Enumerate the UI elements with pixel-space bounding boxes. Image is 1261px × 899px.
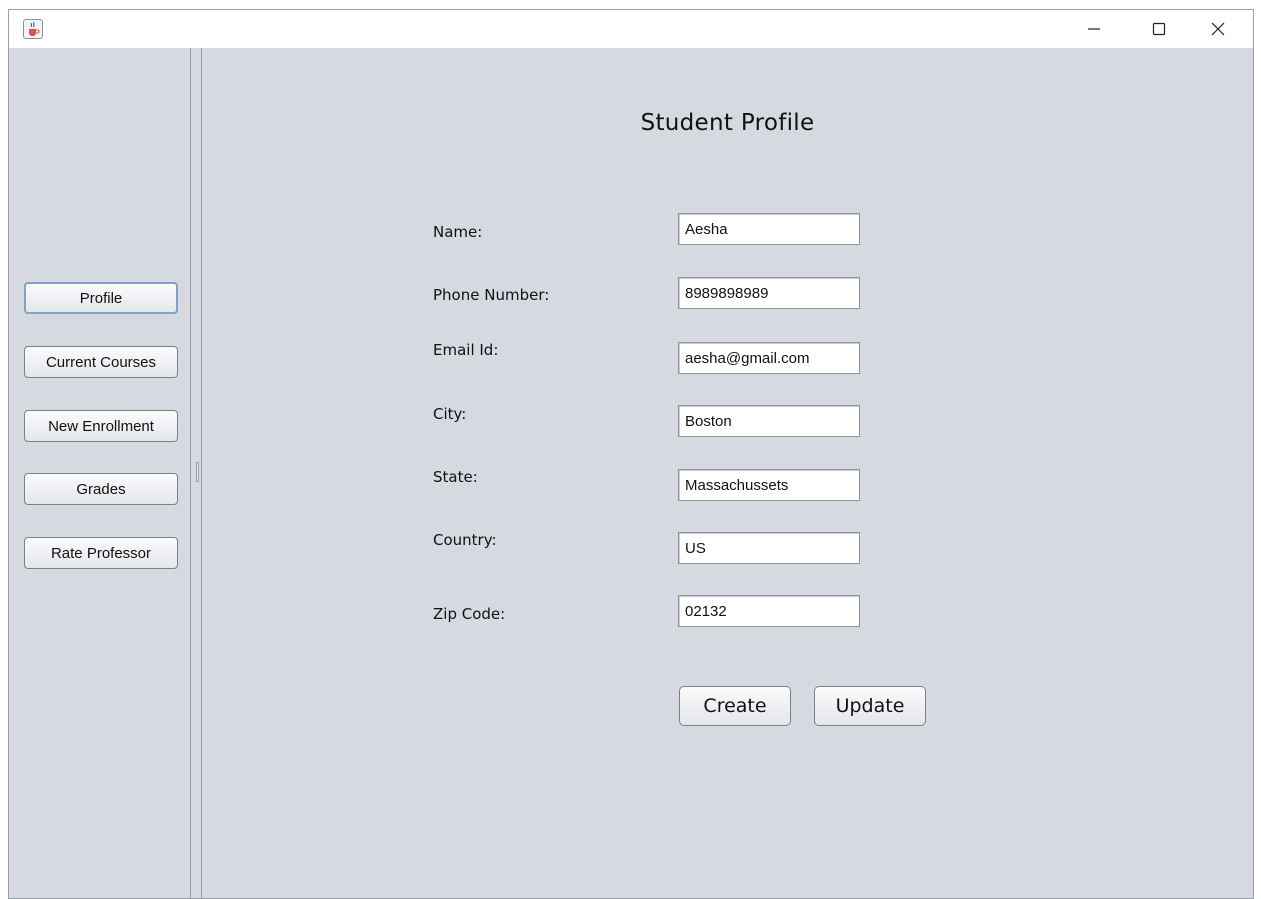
maximize-button[interactable] [1136,10,1182,48]
sidebar-item-rate-professor[interactable]: Rate Professor [24,537,178,569]
phone-number-field[interactable] [678,277,860,309]
phone-number-label: Phone Number: [433,286,550,304]
state-label: State: [433,468,478,486]
close-icon [1211,22,1225,36]
title-bar [9,10,1253,48]
minimize-button[interactable] [1071,10,1117,48]
minimize-icon [1088,28,1100,30]
update-button[interactable]: Update [814,686,926,726]
country-label: Country: [433,531,497,549]
profile-panel: Student Profile Name: Phone Number: Emai… [202,48,1253,898]
sidebar-item-current-courses[interactable]: Current Courses [24,346,178,378]
sidebar-item-new-enrollment[interactable]: New Enrollment [24,410,178,442]
zip-code-label: Zip Code: [433,605,506,623]
email-field[interactable] [678,342,860,374]
page-title: Student Profile [640,110,815,136]
close-button[interactable] [1195,10,1241,48]
country-field[interactable] [678,532,860,564]
sidebar: Profile Current Courses New Enrollment G… [9,48,190,898]
name-field[interactable] [678,213,860,245]
create-button[interactable]: Create [679,686,791,726]
name-label: Name: [433,223,483,241]
divider-grip-handle[interactable] [196,462,199,482]
split-pane-divider[interactable] [190,48,202,898]
java-cup-icon [23,19,43,39]
city-field[interactable] [678,405,860,437]
app-window: Profile Current Courses New Enrollment G… [8,9,1254,899]
state-field[interactable] [678,469,860,501]
city-label: City: [433,405,467,423]
sidebar-item-profile[interactable]: Profile [24,282,178,314]
email-id-label: Email Id: [433,341,499,359]
sidebar-item-grades[interactable]: Grades [24,473,178,505]
maximize-icon [1152,22,1166,36]
zip-code-field[interactable] [678,595,860,627]
